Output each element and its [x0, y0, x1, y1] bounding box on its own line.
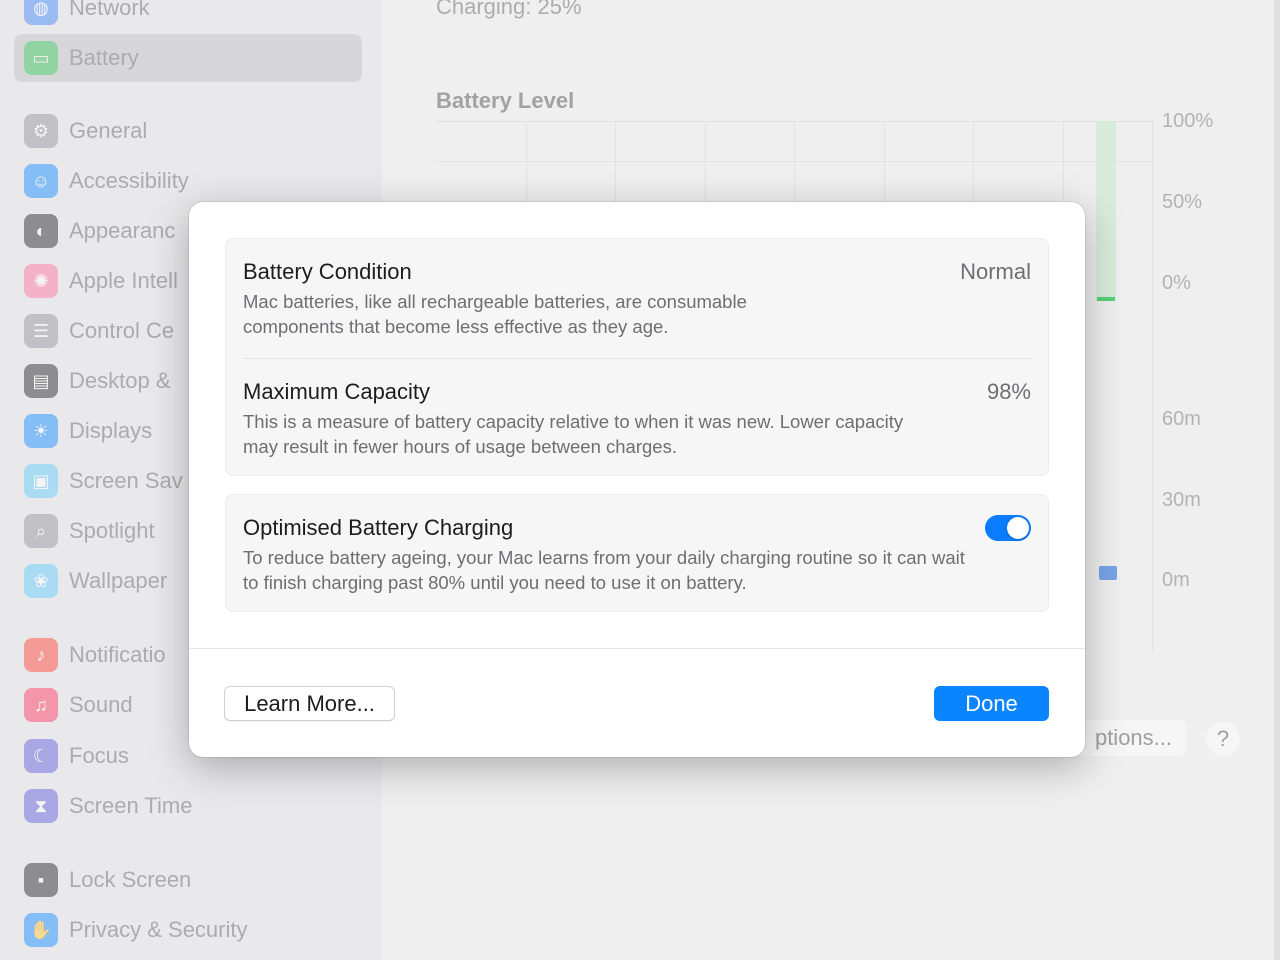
- maximum-capacity-title: Maximum Capacity: [243, 379, 431, 404]
- maximum-capacity-description: This is a measure of battery capacity re…: [243, 411, 904, 457]
- done-button[interactable]: Done: [934, 686, 1049, 721]
- battery-condition-title: Battery Condition: [243, 259, 412, 284]
- toggle-knob: [1007, 517, 1029, 539]
- optimised-charging-title: Optimised Battery Charging: [243, 515, 514, 540]
- optimised-charging-group: Optimised Battery Charging To reduce bat…: [225, 494, 1049, 612]
- battery-health-group: Battery Condition Normal Mac batteries, …: [225, 238, 1049, 476]
- optimised-charging-description: To reduce battery ageing, your Mac learn…: [243, 547, 965, 593]
- maximum-capacity-value: 98%: [986, 379, 1031, 404]
- battery-condition-description: Mac batteries, like all rechargeable bat…: [243, 291, 747, 337]
- learn-more-button[interactable]: Learn More...: [224, 686, 395, 721]
- row-divider: [243, 358, 1031, 359]
- battery-health-sheet: Battery Condition Normal Mac batteries, …: [189, 202, 1085, 757]
- battery-condition-value: Normal: [960, 259, 1031, 284]
- footer-divider: [189, 648, 1085, 649]
- optimised-charging-toggle[interactable]: [985, 515, 1031, 541]
